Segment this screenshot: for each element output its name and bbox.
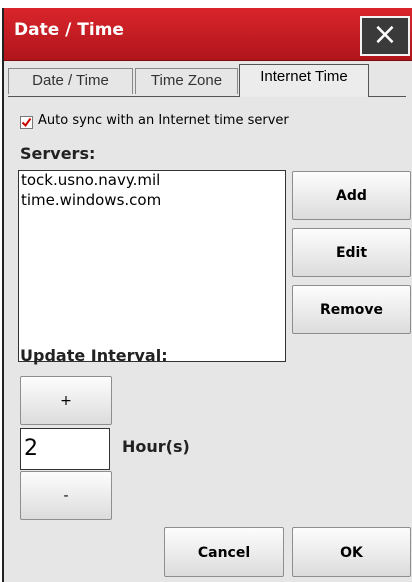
- decrement-button[interactable]: -: [20, 471, 112, 520]
- interval-value-input[interactable]: 2: [20, 428, 110, 470]
- ok-button[interactable]: OK: [292, 527, 411, 577]
- edit-button[interactable]: Edit: [292, 228, 411, 277]
- tab-time-zone[interactable]: Time Zone: [135, 68, 238, 94]
- dialog-title: Date / Time: [14, 20, 124, 40]
- close-button[interactable]: ×: [360, 16, 410, 56]
- auto-sync-checkbox[interactable]: [20, 116, 33, 129]
- remove-button[interactable]: Remove: [292, 285, 411, 334]
- checkmark-icon: [21, 117, 32, 128]
- increment-button[interactable]: +: [20, 376, 112, 425]
- list-item[interactable]: time.windows.com: [19, 191, 285, 211]
- auto-sync-label[interactable]: Auto sync with an Internet time server: [38, 113, 289, 128]
- close-icon: ×: [372, 17, 398, 52]
- servers-label: Servers:: [20, 144, 96, 163]
- tab-internet-time[interactable]: Internet Time: [239, 64, 369, 97]
- title-bar: Date / Time ×: [4, 8, 412, 61]
- interval-unit-label: Hour(s): [122, 437, 190, 456]
- add-button[interactable]: Add: [292, 171, 411, 220]
- tab-date-time[interactable]: Date / Time: [8, 68, 133, 94]
- servers-list[interactable]: tock.usno.navy.mil time.windows.com: [18, 170, 286, 362]
- list-item[interactable]: tock.usno.navy.mil: [19, 171, 285, 191]
- update-interval-label: Update Interval:: [20, 346, 168, 365]
- cancel-button[interactable]: Cancel: [164, 527, 284, 577]
